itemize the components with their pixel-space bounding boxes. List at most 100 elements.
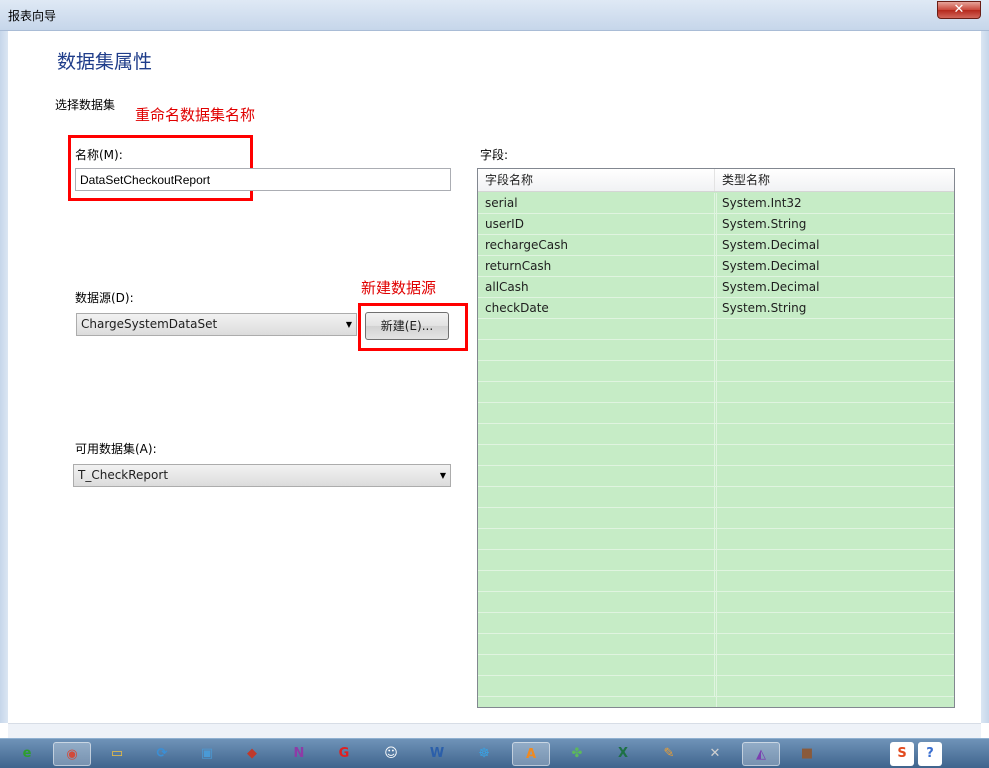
- field-name-cell: [478, 655, 715, 675]
- xmind-icon[interactable]: ◆: [233, 742, 271, 766]
- name-input[interactable]: [75, 168, 451, 191]
- table-row[interactable]: [478, 361, 954, 382]
- type-name-cell: System.Int32: [722, 196, 802, 210]
- section-label: 选择数据集: [55, 98, 116, 112]
- field-name-cell: [478, 424, 715, 444]
- field-name-cell: [478, 319, 715, 339]
- field-name-cell: [478, 676, 715, 696]
- sogou-icon[interactable]: S: [890, 742, 914, 766]
- type-name-cell: [715, 487, 952, 507]
- table-row[interactable]: [478, 445, 954, 466]
- field-name-cell: rechargeCash: [478, 235, 715, 255]
- new-datasource-button[interactable]: 新建(E)...: [365, 312, 449, 340]
- table-row[interactable]: [478, 676, 954, 697]
- network-icon[interactable]: ⟳: [143, 742, 181, 766]
- taskbar: e ◉ ▭ ⟳ ▣ ◆ N G ☺ W ☸ A ✤ X ✎ ✕ ◭ ■ S?: [0, 738, 989, 768]
- chrome-icon[interactable]: ◉: [53, 742, 91, 766]
- type-name-cell: [715, 445, 952, 465]
- type-name-cell: System.Decimal: [722, 259, 820, 273]
- field-name-cell: [478, 571, 715, 591]
- close-icon: ✕: [953, 2, 965, 17]
- field-name-cell: [478, 508, 715, 528]
- available-datasets-select[interactable]: T_CheckReport ▼: [73, 464, 451, 487]
- clover-icon[interactable]: ✤: [558, 742, 596, 766]
- available-selected: T_CheckReport: [78, 468, 169, 482]
- app-a-icon[interactable]: A: [512, 742, 550, 766]
- help-icon[interactable]: ?: [918, 742, 942, 766]
- type-name-cell: [715, 424, 952, 444]
- window-frame-left: [0, 31, 8, 723]
- type-name-cell: System.Decimal: [722, 280, 820, 294]
- onenote-icon[interactable]: N: [280, 742, 318, 766]
- table-row[interactable]: [478, 613, 954, 634]
- type-name-cell: [715, 382, 952, 402]
- table-row[interactable]: [478, 571, 954, 592]
- type-name-cell: [715, 676, 952, 696]
- annotation-rename: 重命名数据集名称: [135, 106, 256, 124]
- field-name-cell: [478, 634, 715, 654]
- field-name-cell: serial: [478, 193, 715, 213]
- name-label: 名称(M):: [75, 148, 123, 162]
- type-name-cell: [715, 319, 952, 339]
- paint-icon[interactable]: ✎: [650, 742, 688, 766]
- field-name-cell: [478, 466, 715, 486]
- browser-icon[interactable]: ☸: [465, 742, 503, 766]
- type-name-cell: [715, 571, 952, 591]
- table-row[interactable]: rechargeCash System.Decimal: [478, 235, 954, 256]
- table-row[interactable]: [478, 529, 954, 550]
- column-header-field-name[interactable]: 字段名称: [478, 169, 715, 191]
- type-name-cell: [715, 655, 952, 675]
- table-row[interactable]: serial System.Int32: [478, 193, 954, 214]
- table-row[interactable]: checkDate System.String: [478, 298, 954, 319]
- field-name-cell: [478, 382, 715, 402]
- table-row[interactable]: returnCash System.Decimal: [478, 256, 954, 277]
- table-row[interactable]: [478, 424, 954, 445]
- excel-icon[interactable]: X: [604, 742, 642, 766]
- field-name-cell: [478, 445, 715, 465]
- table-row[interactable]: userID System.String: [478, 214, 954, 235]
- table-row[interactable]: [478, 655, 954, 676]
- qq-icon[interactable]: ☺: [372, 742, 410, 766]
- table-row[interactable]: allCash System.Decimal: [478, 277, 954, 298]
- explorer-icon[interactable]: ▭: [98, 742, 136, 766]
- table-row[interactable]: [478, 382, 954, 403]
- table-row[interactable]: [478, 550, 954, 571]
- table-row[interactable]: [478, 319, 954, 340]
- type-name-cell: [715, 508, 952, 528]
- type-name-cell: [715, 529, 952, 549]
- type-name-cell: [715, 466, 952, 486]
- table-row[interactable]: [478, 340, 954, 361]
- table-row[interactable]: [478, 508, 954, 529]
- app-g-icon[interactable]: G: [325, 742, 363, 766]
- table-row[interactable]: [478, 592, 954, 613]
- window-frame-right: [981, 31, 989, 723]
- table-row[interactable]: [478, 487, 954, 508]
- dialog-heading: 数据集属性: [57, 51, 153, 73]
- type-name-cell: System.Decimal: [722, 238, 820, 252]
- tools-icon[interactable]: ✕: [696, 742, 734, 766]
- dropdown-arrow-icon: ▼: [439, 471, 446, 480]
- close-button[interactable]: ✕: [937, 1, 981, 19]
- table-row[interactable]: [478, 466, 954, 487]
- dropdown-arrow-icon: ▼: [345, 320, 352, 329]
- datasource-select[interactable]: ChargeSystemDataSet ▼: [76, 313, 357, 336]
- field-name-cell: [478, 613, 715, 633]
- column-header-type-name[interactable]: 类型名称: [715, 169, 952, 191]
- visual-studio-icon[interactable]: ◭: [742, 742, 780, 766]
- type-name-cell: [715, 340, 952, 360]
- table-row[interactable]: [478, 403, 954, 424]
- remote-desktop-icon[interactable]: ▣: [188, 742, 226, 766]
- datasource-selected: ChargeSystemDataSet: [81, 317, 218, 331]
- photo-icon[interactable]: ■: [788, 742, 826, 766]
- fields-grid[interactable]: 字段名称 类型名称 serial System.Int32 userID System…: [477, 168, 955, 708]
- type-name-cell: [715, 550, 952, 570]
- ie-icon[interactable]: e: [8, 742, 46, 766]
- word-icon[interactable]: W: [418, 742, 456, 766]
- type-name-cell: [715, 634, 952, 654]
- field-name-cell: allCash: [478, 277, 715, 297]
- table-row[interactable]: [478, 634, 954, 655]
- dialog-footer: [8, 723, 981, 738]
- field-name-cell: checkDate: [478, 298, 715, 318]
- grid-rows: serial System.Int32 userID System.String rec…: [478, 193, 954, 697]
- fields-label: 字段:: [480, 148, 509, 162]
